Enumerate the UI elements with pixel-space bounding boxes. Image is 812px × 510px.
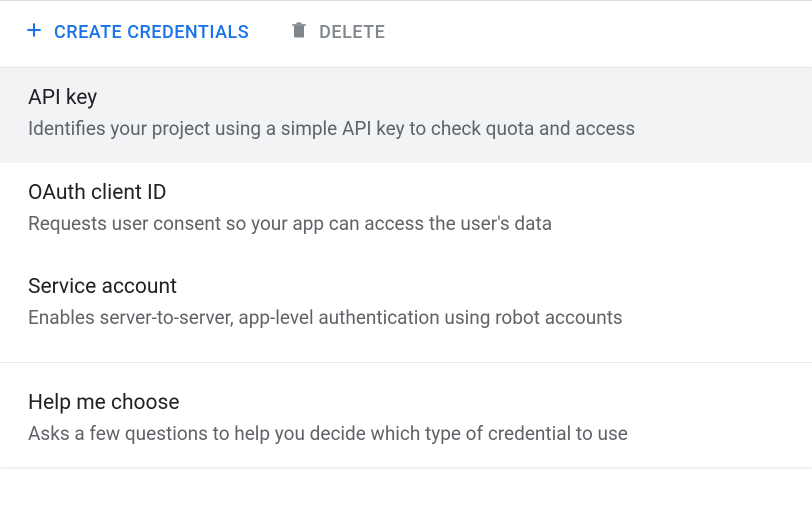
menu-divider [0,362,812,363]
menu-item-description: Enables server-to-server, app-level auth… [28,305,784,332]
menu-item-oauth-client-id[interactable]: OAuth client ID Requests user consent so… [0,163,812,258]
delete-label: DELETE [319,22,385,43]
create-credentials-label: CREATE CREDENTIALS [54,22,249,43]
menu-item-description: Identifies your project using a simple A… [28,116,784,143]
menu-item-help-me-choose[interactable]: Help me choose Asks a few questions to h… [0,373,812,468]
create-credentials-button[interactable]: CREATE CREDENTIALS [24,20,249,44]
delete-button[interactable]: DELETE [289,19,385,45]
menu-item-description: Requests user consent so your app can ac… [28,211,784,238]
credentials-dropdown-menu: API key Identifies your project using a … [0,67,812,467]
menu-item-api-key[interactable]: API key Identifies your project using a … [0,68,812,163]
toolbar: CREATE CREDENTIALS DELETE [0,0,812,59]
menu-item-title: API key [28,86,784,110]
menu-item-title: Service account [28,275,784,299]
menu-item-description: Asks a few questions to help you decide … [28,421,784,448]
menu-item-service-account[interactable]: Service account Enables server-to-server… [0,257,812,352]
menu-item-title: OAuth client ID [28,181,784,205]
menu-item-title: Help me choose [28,391,784,415]
trash-icon [289,19,309,45]
plus-icon [24,20,44,44]
